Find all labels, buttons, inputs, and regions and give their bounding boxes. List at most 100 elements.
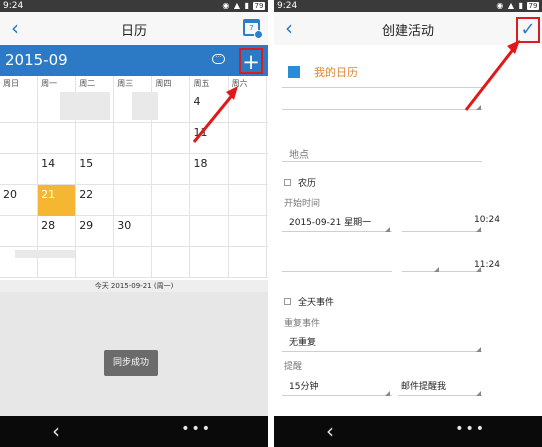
reminder-label: 提醒 (284, 362, 303, 372)
start-date-field[interactable]: 2015-09-21 星期一 (289, 215, 371, 228)
day-cell[interactable]: 30 (114, 216, 153, 247)
day-cell[interactable]: 11 (191, 123, 229, 154)
divider (282, 87, 482, 88)
chat-icon[interactable]: ··· (212, 54, 225, 64)
status-bar: 9:24 ◉ ▲ ▮ 79 (0, 0, 268, 12)
location-line (282, 161, 482, 162)
day-cell[interactable] (38, 123, 77, 154)
day-cell[interactable] (152, 247, 191, 278)
allday-checkbox[interactable] (284, 298, 291, 305)
start-time-field[interactable]: 10:24 (474, 215, 500, 225)
day-cell[interactable]: 21 (38, 185, 77, 216)
calendar-screen: 9:24 ◉ ▲ ▮ 79 ‹ 日历 7 2015-09 ··· + 周日 周一… (0, 0, 268, 447)
day-cell[interactable] (114, 123, 153, 154)
day-cell[interactable] (229, 247, 267, 278)
start-date-line (282, 231, 392, 232)
day-cell[interactable] (229, 123, 267, 154)
day-cell[interactable]: 29 (76, 216, 115, 247)
day-cell[interactable] (229, 185, 267, 216)
invite-row-cut[interactable] (284, 407, 424, 416)
blurred-area (15, 250, 75, 258)
status-time: 9:24 (277, 1, 298, 11)
title-input-line[interactable] (282, 109, 482, 110)
month-grid: 4 11 14 15 18 20 21 22 28 29 30 (0, 92, 268, 280)
dropdown-corner-icon (476, 391, 481, 396)
dropdown-corner-icon (385, 227, 390, 232)
weekday-label: 周二 (76, 76, 115, 92)
week-row: 11 (0, 123, 268, 154)
day-cell[interactable] (191, 185, 229, 216)
month-header: 2015-09 ··· + (0, 45, 268, 76)
calendar-select[interactable]: 我的日历 (314, 64, 358, 80)
calendar-color-swatch (288, 66, 300, 78)
battery-icon: 79 (527, 2, 539, 10)
day-cell[interactable] (114, 247, 153, 278)
page-title: 创建活动 (381, 24, 434, 39)
day-cell[interactable] (152, 92, 191, 123)
day-cell[interactable] (114, 185, 153, 216)
day-cell[interactable] (191, 216, 229, 247)
repeat-field[interactable]: 无重复 (289, 335, 316, 348)
day-cell[interactable] (229, 216, 267, 247)
nav-bar: ‹ ••• (274, 416, 542, 447)
day-cell[interactable] (76, 247, 115, 278)
save-check-button[interactable]: ✓ (516, 17, 540, 43)
start-time-label: 开始时间 (284, 199, 321, 209)
day-cell[interactable] (114, 154, 153, 185)
dropdown-corner-icon (476, 347, 481, 352)
day-cell[interactable] (0, 92, 38, 123)
day-cell[interactable] (152, 185, 191, 216)
reminder-type-field[interactable]: 邮件提醒我 (401, 379, 446, 392)
end-time-line (402, 271, 482, 272)
weekday-label: 周三 (114, 76, 153, 92)
allday-label: 全天事件 (298, 298, 335, 308)
day-cell[interactable] (229, 92, 267, 123)
day-cell[interactable]: 14 (38, 154, 77, 185)
day-cell[interactable]: 18 (191, 154, 229, 185)
location-input[interactable]: 地点 (289, 146, 309, 161)
day-cell[interactable] (191, 247, 229, 278)
day-cell[interactable] (0, 123, 38, 154)
day-cell[interactable] (152, 123, 191, 154)
lunar-label: 农历 (298, 179, 317, 189)
blurred-area (132, 92, 158, 120)
month-label[interactable]: 2015-09 (5, 51, 68, 69)
start-time-line (402, 231, 482, 232)
day-cell[interactable]: 20 (0, 185, 38, 216)
status-time: 9:24 (3, 1, 24, 11)
nav-back-icon[interactable]: ‹ (326, 419, 334, 443)
repeat-line (282, 351, 482, 352)
battery-icon: 79 (253, 2, 265, 10)
field-corner-icon (476, 105, 481, 110)
day-cell[interactable]: 22 (76, 185, 115, 216)
more-icon[interactable]: ••• (181, 421, 212, 437)
more-icon[interactable]: ••• (455, 421, 486, 437)
create-event-screen: 9:24 ◉ ▲ ▮ 79 ‹ 创建活动 ✓ 我的日历 地点 农历 开始时间 2… (274, 0, 542, 447)
day-cell[interactable] (152, 154, 191, 185)
title-bar: ‹ 日历 7 (0, 12, 268, 45)
calendar-icon[interactable]: 7 (243, 19, 263, 39)
day-cell[interactable] (0, 216, 38, 247)
dropdown-corner-icon (434, 267, 439, 272)
day-cell[interactable]: 15 (76, 154, 115, 185)
sync-toast: 同步成功 (104, 350, 158, 376)
week-row: 14 15 18 (0, 154, 268, 185)
dropdown-corner-icon (476, 267, 481, 272)
day-cell[interactable]: 4 (191, 92, 229, 123)
day-cell[interactable]: 28 (38, 216, 77, 247)
lunar-checkbox[interactable] (284, 179, 291, 186)
day-cell[interactable] (152, 216, 191, 247)
day-cell[interactable] (229, 154, 267, 185)
end-date-line[interactable] (282, 271, 392, 272)
add-event-button[interactable]: + (239, 48, 263, 74)
weekday-label: 周日 (0, 76, 39, 92)
weekday-label: 周四 (152, 76, 191, 92)
reminder-time-field[interactable]: 15分钟 (289, 379, 318, 392)
status-bar: 9:24 ◉ ▲ ▮ 79 (274, 0, 542, 12)
nav-back-icon[interactable]: ‹ (52, 419, 60, 443)
weekday-row: 周日 周一 周二 周三 周四 周五 周六 (0, 76, 268, 92)
event-form: 我的日历 地点 农历 开始时间 2015-09-21 星期一 10:24 11:… (274, 45, 542, 416)
reminder-time-line (282, 395, 392, 396)
day-cell[interactable] (76, 123, 115, 154)
day-cell[interactable] (0, 154, 38, 185)
